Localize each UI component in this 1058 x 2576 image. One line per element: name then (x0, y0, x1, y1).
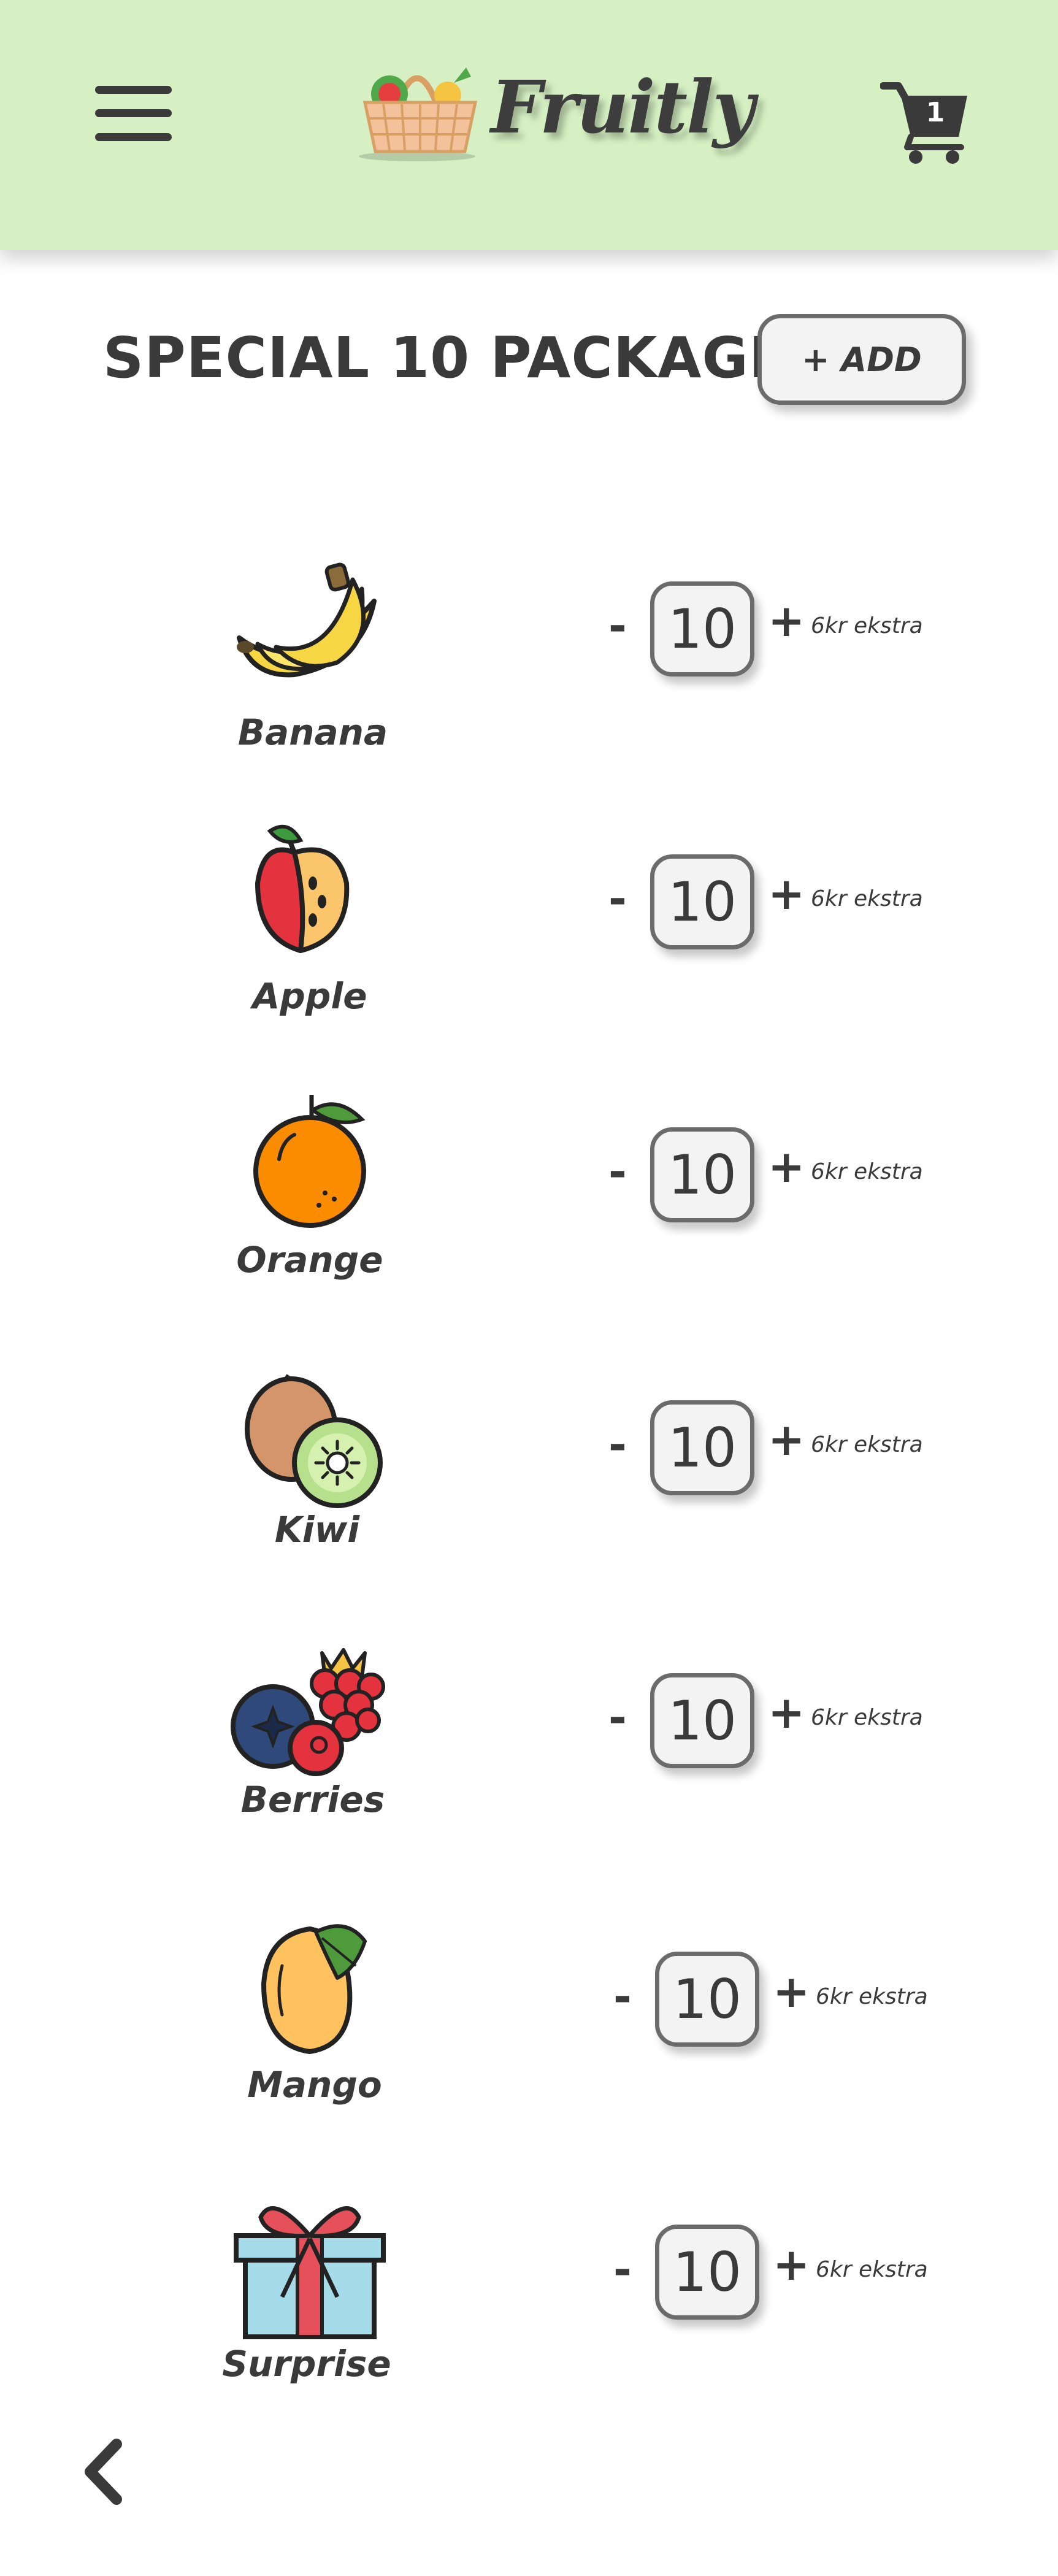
hamburger-line (95, 133, 172, 141)
extra-price-label: 6kr ekstra (811, 613, 923, 638)
decrease-button[interactable]: - (604, 1972, 641, 2021)
app-header: Fruitly 1 (0, 0, 1058, 250)
quantity-field[interactable]: 10 (650, 854, 754, 949)
extra-price-label: 6kr ekstra (816, 1984, 928, 2009)
increase-button[interactable]: + (768, 596, 805, 645)
quantity-field[interactable]: 10 (650, 1127, 754, 1222)
decrease-button[interactable]: - (599, 1420, 636, 1469)
cart-button[interactable]: 1 (880, 79, 972, 164)
item-name: Orange (236, 1239, 383, 1281)
menu-button[interactable] (95, 83, 172, 144)
increase-button[interactable]: + (768, 1142, 805, 1191)
item-name: Berries (240, 1779, 385, 1820)
package-title: SPECIAL 10 PACKAGE (103, 325, 788, 391)
decrease-button[interactable]: - (599, 1693, 636, 1742)
hamburger-line (95, 109, 172, 117)
quantity-field[interactable]: 10 (650, 1673, 754, 1768)
decrease-button[interactable]: - (599, 601, 636, 650)
gift-icon (234, 2206, 386, 2339)
brand-name: Fruitly (491, 64, 754, 150)
decrease-button[interactable]: - (604, 2245, 641, 2294)
item-row-berries: Berries - 10 + 6kr ekstra (0, 1647, 1058, 1892)
item-name: Surprise (222, 2343, 391, 2385)
increase-button[interactable]: + (768, 1688, 805, 1737)
increase-button[interactable]: + (768, 1415, 805, 1464)
extra-price-label: 6kr ekstra (811, 1705, 923, 1730)
basket-icon (359, 67, 478, 161)
kiwi-icon (245, 1374, 383, 1508)
item-row-orange: Orange - 10 + 6kr ekstra (0, 1095, 1058, 1346)
extra-price-label: 6kr ekstra (811, 1159, 923, 1184)
decrease-button[interactable]: - (599, 874, 636, 923)
item-name: Kiwi (274, 1509, 360, 1551)
item-name: Mango (247, 2064, 382, 2106)
item-name: Banana (237, 711, 388, 753)
quantity-field[interactable]: 10 (650, 1400, 754, 1495)
mango-icon (261, 1924, 367, 2055)
item-row-mango: Mango - 10 + 6kr ekstra (0, 1920, 1058, 2165)
extra-price-label: 6kr ekstra (811, 1432, 923, 1457)
item-name: Apple (252, 975, 367, 1017)
item-row-surprise: Surprise - 10 + 6kr ekstra (0, 2193, 1058, 2438)
item-row-kiwi: Kiwi - 10 + 6kr ekstra (0, 1374, 1058, 1619)
extra-price-label: 6kr ekstra (816, 2257, 928, 2282)
quantity-field[interactable]: 10 (655, 2225, 759, 2320)
apple-icon (255, 824, 350, 953)
quantity-field[interactable]: 10 (655, 1952, 759, 2047)
item-row-apple: Apple - 10 + 6kr ekstra (0, 824, 1058, 1073)
decrease-button[interactable]: - (599, 1147, 636, 1196)
extra-price-label: 6kr ekstra (811, 886, 923, 911)
increase-button[interactable]: + (768, 869, 805, 918)
quantity-field[interactable]: 10 (650, 581, 754, 677)
cart-count-badge: 1 (926, 97, 945, 128)
chevron-left-icon (85, 2439, 122, 2505)
increase-button[interactable]: + (773, 2240, 810, 2289)
banana-icon (237, 562, 377, 678)
add-package-button[interactable]: + ADD (757, 314, 966, 405)
brand-logo[interactable]: Fruitly (356, 58, 754, 169)
orange-icon (253, 1095, 366, 1228)
hamburger-line (95, 86, 172, 94)
back-button[interactable] (77, 2435, 132, 2509)
item-row-banana: Banana - 10 + 6kr ekstra (0, 552, 1058, 797)
increase-button[interactable]: + (773, 1967, 810, 2016)
berries-icon (231, 1648, 385, 1776)
